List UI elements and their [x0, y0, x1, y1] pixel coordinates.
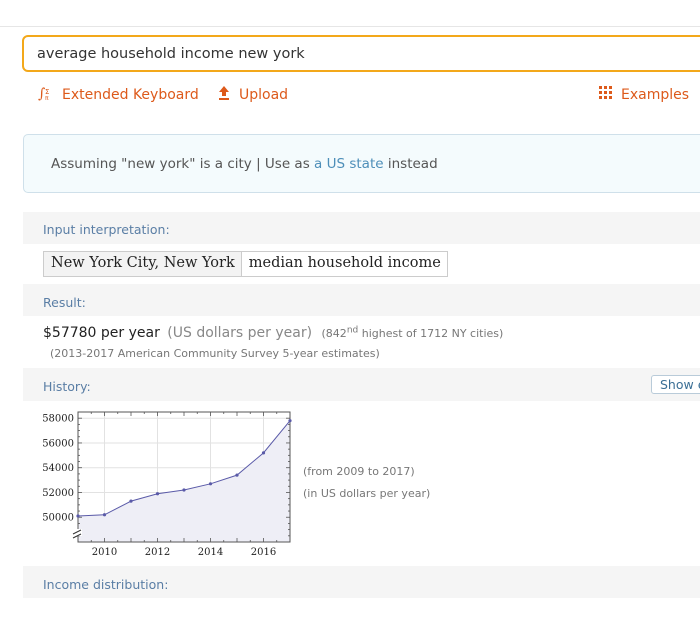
result-rank-number: (842	[321, 327, 347, 340]
pod-distribution	[23, 598, 700, 628]
data-point	[288, 419, 292, 423]
y-tick-label: 50000	[42, 513, 74, 524]
result-rank-text: highest of 1712 NY cities)	[361, 327, 504, 340]
result-rank-suffix: nd	[346, 325, 359, 336]
interpretation-place: New York City, New York	[44, 252, 241, 276]
data-point	[155, 492, 160, 496]
assumption-prefix: Assuming "new york" is a city | Use as	[51, 156, 310, 172]
pod-history: 50000 52000 54000 56000 58000 2010 2012 2014 201…	[23, 401, 700, 566]
data-point	[182, 488, 186, 492]
pod-title-result: Result:	[43, 295, 86, 310]
pod-header-result: Result:	[23, 285, 700, 316]
data-point	[208, 482, 213, 486]
history-note-units: (in US dollars per year)	[303, 487, 431, 500]
y-tick-label: 58000	[42, 414, 74, 425]
data-point	[235, 473, 239, 477]
x-tick-label: 2010	[92, 547, 117, 557]
x-tick-label: 2012	[145, 547, 170, 557]
result-value: $57780 per year	[43, 325, 160, 341]
y-tick-label: 54000	[42, 463, 74, 474]
y-tick-label: 52000	[42, 488, 74, 499]
x-tick-label: 2016	[251, 547, 276, 557]
search-query[interactable]: average household income new york	[37, 46, 305, 62]
input-toolbar: ∫ Σπ Extended Keyboard Upload Examples	[0, 84, 700, 106]
use-as-us-state-link[interactable]: a US state	[314, 156, 384, 172]
data-point	[76, 514, 80, 518]
examples-label: Examples	[621, 86, 690, 103]
upload-icon	[217, 85, 231, 105]
result-source: (2013-2017 American Community Survey 5-y…	[50, 347, 380, 360]
y-tick-label: 56000	[42, 438, 74, 449]
pod-input-interpretation: New York City, New York median household…	[23, 244, 700, 284]
top-divider	[0, 26, 700, 27]
x-tick-label: 2014	[198, 547, 223, 557]
interpretation-table: New York City, New York median household…	[43, 251, 448, 277]
assumption-text: Assuming "new york" is a city | Use as a…	[51, 156, 438, 172]
history-note-range: (from 2009 to 2017)	[303, 465, 415, 478]
result-rank: (842nd highest of 1712 NY cities)	[321, 325, 504, 340]
search-input[interactable]: average household income new york	[22, 35, 700, 72]
svg-text:π: π	[45, 95, 49, 101]
history-chart: 50000 52000 54000 56000 58000 2010 2012 2014 201…	[37, 407, 307, 558]
upload-label: Upload	[239, 87, 289, 103]
assumption-box: Assuming "new york" is a city | Use as a…	[23, 134, 700, 193]
examples-button[interactable]: Examples	[598, 85, 689, 104]
extended-keyboard-button[interactable]: ∫ Σπ Extended Keyboard	[38, 85, 199, 105]
interpretation-property: median household income	[240, 252, 447, 276]
pod-title-input: Input interpretation:	[43, 222, 170, 237]
data-point	[102, 513, 107, 517]
extended-keyboard-label: Extended Keyboard	[62, 87, 199, 103]
pod-result: $57780 per year (US dollars per year) (8…	[23, 316, 700, 368]
pod-header-input: Input interpretation:	[23, 212, 700, 243]
pod-title-distribution: Income distribution:	[43, 577, 169, 592]
result-unit: (US dollars per year)	[167, 325, 313, 341]
series-area	[78, 420, 290, 542]
assumption-suffix: instead	[387, 156, 438, 172]
results-area: Input interpretation: New York City, New…	[23, 212, 700, 628]
data-point	[261, 451, 266, 455]
math-keyboard-icon: ∫ Σπ	[38, 85, 54, 105]
grid-dots-icon	[598, 85, 613, 104]
pod-header-distribution: Income distribution:	[23, 567, 700, 598]
data-point	[129, 499, 133, 503]
result-line: $57780 per year (US dollars per year) (8…	[43, 325, 503, 341]
show-estimates-button[interactable]: Show e	[651, 375, 700, 394]
pod-title-history: History:	[43, 379, 91, 394]
history-chart-svg: 50000 52000 54000 56000 58000 2010 2012 2014 201…	[42, 411, 292, 558]
pod-header-history: History: Show e	[23, 369, 700, 400]
upload-button[interactable]: Upload	[217, 85, 288, 105]
